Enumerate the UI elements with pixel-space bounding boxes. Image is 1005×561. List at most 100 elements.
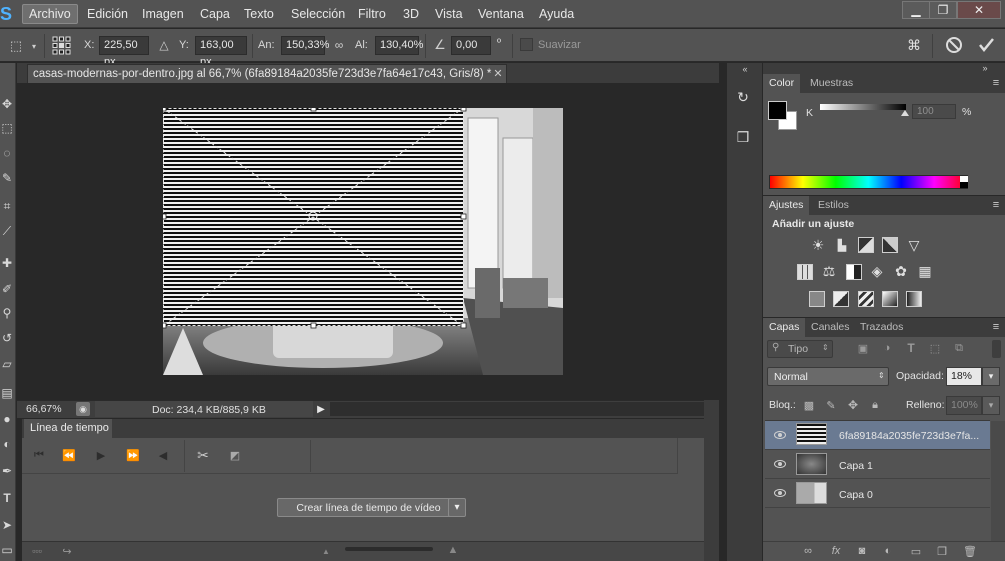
shape-tool-icon[interactable]: ▭ bbox=[0, 540, 14, 560]
angle-field[interactable]: 0,00 bbox=[451, 36, 491, 55]
filter-shape-icon[interactable]: ⬚ bbox=[928, 341, 942, 355]
first-frame-icon[interactable]: ⏮ bbox=[30, 446, 48, 464]
zoom-level[interactable]: 66,67% bbox=[26, 403, 62, 415]
history-panel-icon[interactable]: ↻ bbox=[731, 86, 755, 108]
collapse-panels-icon[interactable]: « bbox=[734, 64, 756, 74]
layer-filter-select[interactable]: ⚲ Tipo ⇕ bbox=[767, 340, 833, 358]
play-icon[interactable]: ▶ bbox=[92, 446, 110, 464]
selective-color-icon[interactable] bbox=[882, 291, 898, 307]
panel-menu-icon[interactable]: ≡ bbox=[990, 321, 1002, 333]
opacity-dropdown-icon[interactable]: ▾ bbox=[982, 367, 1000, 386]
filter-adjustment-icon[interactable]: ◑ bbox=[880, 341, 894, 355]
eraser-tool-icon[interactable]: ▱ bbox=[0, 354, 14, 374]
quick-select-tool-icon[interactable]: ✎ bbox=[0, 168, 14, 188]
create-video-timeline-button[interactable]: Crear línea de tiempo de vídeo bbox=[277, 498, 460, 517]
menu-3d[interactable]: 3D bbox=[399, 5, 423, 23]
tab-channels[interactable]: Canales bbox=[805, 318, 856, 337]
k-value-field[interactable]: 100 bbox=[912, 104, 956, 119]
menu-vista[interactable]: Vista bbox=[431, 5, 467, 23]
menu-ventana[interactable]: Ventana bbox=[474, 5, 528, 23]
link-icon[interactable]: ∞ bbox=[330, 36, 348, 54]
panel-menu-icon[interactable]: ≡ bbox=[990, 77, 1002, 89]
filter-toggle[interactable] bbox=[992, 340, 1001, 358]
gradient-tool-icon[interactable]: ▤ bbox=[0, 383, 14, 403]
x-field[interactable]: 225,50 px bbox=[99, 36, 149, 68]
warp-icon[interactable]: ⌘ bbox=[903, 35, 925, 55]
layer-style-icon[interactable]: fx bbox=[828, 544, 844, 558]
split-scissors-icon[interactable]: ✂ bbox=[194, 446, 212, 464]
close-tab-icon[interactable]: ✕ bbox=[492, 66, 504, 80]
lock-pixels-icon[interactable]: ✎ bbox=[824, 398, 838, 412]
lasso-tool-icon[interactable]: ◌ bbox=[0, 143, 14, 163]
fill-field[interactable]: 100% bbox=[946, 396, 982, 415]
height-field[interactable]: 130,40% bbox=[375, 36, 423, 55]
status-info-icon[interactable]: ◉ bbox=[76, 402, 90, 416]
y-field[interactable]: 163,00 px bbox=[195, 36, 247, 68]
levels-icon[interactable]: ▙ bbox=[833, 236, 851, 254]
tab-styles[interactable]: Estilos bbox=[812, 196, 855, 215]
color-ramp[interactable] bbox=[769, 175, 968, 189]
status-menu-arrow-icon[interactable]: ▶ bbox=[314, 402, 328, 416]
tab-swatches[interactable]: Muestras bbox=[804, 74, 859, 93]
zoom-out-icon[interactable]: ▲ bbox=[320, 546, 332, 556]
pen-tool-icon[interactable]: ✒ bbox=[0, 461, 14, 481]
threshold-icon[interactable] bbox=[858, 291, 874, 307]
tab-color[interactable]: Color bbox=[763, 74, 801, 93]
type-tool-icon[interactable]: T bbox=[0, 488, 14, 508]
menu-seleccion[interactable]: Selección bbox=[287, 5, 349, 23]
cancel-transform-icon[interactable] bbox=[943, 34, 965, 56]
hue-saturation-icon[interactable] bbox=[797, 264, 813, 280]
reference-point-icon[interactable] bbox=[52, 36, 71, 55]
eyedropper-tool-icon[interactable]: ⟋ bbox=[0, 221, 14, 241]
transform-tool-icon[interactable]: ⬚ bbox=[4, 37, 28, 55]
panel-menu-icon[interactable]: ≡ bbox=[990, 199, 1002, 211]
brush-tool-icon[interactable]: ✐ bbox=[0, 279, 14, 299]
curves-icon[interactable] bbox=[858, 237, 874, 253]
slider-thumb-icon[interactable] bbox=[901, 110, 909, 116]
create-timeline-dropdown-icon[interactable]: ▾ bbox=[448, 498, 466, 517]
gradient-map-icon[interactable] bbox=[906, 291, 922, 307]
layer-name[interactable]: Capa 1 bbox=[839, 460, 873, 472]
document-canvas[interactable] bbox=[160, 105, 563, 375]
dodge-tool-icon[interactable]: ◐ bbox=[0, 434, 14, 454]
fill-dropdown-icon[interactable]: ▾ bbox=[982, 396, 1000, 415]
transition-icon[interactable]: ◩ bbox=[226, 446, 244, 464]
layer-name[interactable]: Capa 0 bbox=[839, 489, 873, 501]
new-layer-icon[interactable]: ❐ bbox=[934, 544, 950, 558]
close-button[interactable]: ✕ bbox=[957, 1, 1001, 19]
frames-icon[interactable]: ▫▫▫ bbox=[28, 545, 46, 557]
black-white-icon[interactable] bbox=[846, 264, 862, 280]
link-layers-icon[interactable]: ∞ bbox=[800, 544, 816, 558]
blur-tool-icon[interactable]: ● bbox=[0, 409, 14, 429]
prev-frame-icon[interactable]: ⏪ bbox=[60, 446, 78, 464]
color-lookup-icon[interactable]: ▦ bbox=[916, 262, 934, 280]
marquee-tool-icon[interactable]: ⬚ bbox=[0, 118, 14, 138]
photo-filter-icon[interactable]: ◈ bbox=[868, 262, 886, 280]
next-frame-icon[interactable]: ⏩ bbox=[124, 446, 142, 464]
brightness-icon[interactable]: ☀ bbox=[809, 236, 827, 254]
history-brush-tool-icon[interactable]: ↺ bbox=[0, 328, 14, 348]
filter-smart-object-icon[interactable]: ⧉ bbox=[952, 341, 966, 355]
commit-transform-icon[interactable] bbox=[975, 34, 997, 56]
restore-button[interactable]: ❐ bbox=[929, 1, 957, 19]
3d-panel-icon[interactable]: ❒ bbox=[731, 126, 755, 148]
menu-edicion[interactable]: Edición bbox=[83, 5, 132, 23]
menu-filtro[interactable]: Filtro bbox=[354, 5, 390, 23]
filter-type-icon[interactable]: T bbox=[904, 341, 918, 355]
blend-mode-select[interactable]: Normal ⇕ bbox=[767, 367, 889, 386]
zoom-slider[interactable] bbox=[345, 547, 433, 551]
tab-layers[interactable]: Capas bbox=[763, 318, 806, 337]
vibrance-icon[interactable]: ▽ bbox=[905, 236, 923, 254]
lock-position-icon[interactable]: ✥ bbox=[846, 398, 860, 412]
opacity-field[interactable]: 18% bbox=[946, 367, 982, 386]
convert-icon[interactable]: ↪ bbox=[60, 545, 74, 558]
minimize-button[interactable]: ▁ bbox=[902, 1, 930, 19]
menu-capa[interactable]: Capa bbox=[196, 5, 234, 23]
layers-scrollbar[interactable] bbox=[991, 421, 1005, 541]
filter-pixel-icon[interactable]: ▣ bbox=[856, 341, 870, 355]
crop-tool-icon[interactable]: ⌗ bbox=[0, 196, 14, 216]
color-balance-icon[interactable]: ⚖ bbox=[820, 262, 838, 280]
invert-icon[interactable] bbox=[809, 291, 825, 307]
healing-tool-icon[interactable]: ✚ bbox=[0, 253, 14, 273]
menu-ayuda[interactable]: Ayuda bbox=[535, 5, 578, 23]
